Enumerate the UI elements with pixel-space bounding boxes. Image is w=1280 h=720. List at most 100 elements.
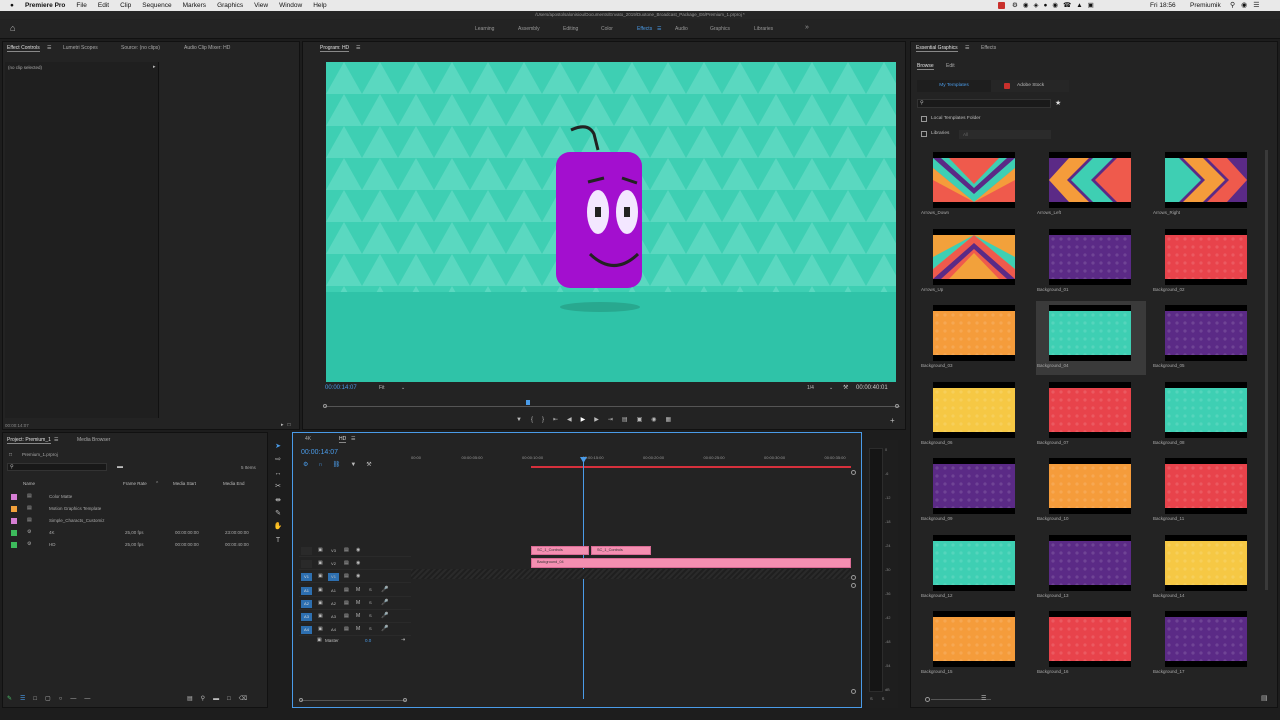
column-media-start[interactable]: Media Start [173,481,196,486]
project-item[interactable]: ▤ Color Matte [7,491,265,503]
track-target[interactable]: V1 [328,573,339,581]
timeline-timecode[interactable]: 00:00:14:07 [301,449,338,456]
track-header-v3[interactable]: ▣ V3 ▤ ◉ [299,545,411,557]
track-target[interactable]: A3 [328,613,339,621]
panel-menu-icon[interactable]: ☰ [356,45,360,51]
panel-menu-icon[interactable]: ☰ [351,436,355,442]
source-patch[interactable]: V1 [301,573,312,581]
playhead-line[interactable] [583,459,584,699]
pen-icon[interactable]: ✎ [270,507,286,520]
solo-icon[interactable]: S [369,626,372,631]
record-status-icon[interactable] [998,2,1005,9]
my-templates-tab[interactable]: My Templates [917,80,991,92]
more-workspaces-icon[interactable]: » [805,24,809,31]
tab-program[interactable]: Program: HD [320,45,350,52]
master-volume[interactable]: 0.0 [365,638,371,643]
sort-menu-icon[interactable]: ☰ [981,695,986,702]
thumb-size-slider[interactable] [925,697,1005,703]
workspace-assembly[interactable]: Assembly [518,26,540,32]
clip-background-04[interactable]: Background_04 [531,558,851,568]
slip-icon[interactable]: ⇼ [270,494,286,507]
sync-lock-icon[interactable]: ▤ [344,587,349,593]
tab-effect-controls[interactable]: Effect Controls [7,45,40,52]
mark-in-icon[interactable]: { [531,417,542,423]
new-bin-icon[interactable]: ▬ [117,464,123,470]
menu-graphics[interactable]: Graphics [217,2,243,9]
template-item[interactable]: Background_06 [920,378,1030,452]
tab-sequence-hd[interactable]: HD [339,436,347,443]
lock-icon[interactable]: ▣ [318,547,323,553]
scroll-knob[interactable] [851,470,856,475]
template-item[interactable]: Background_02 [1152,225,1262,299]
expand-arrow-icon[interactable]: ▸ [153,64,156,70]
eye-icon[interactable]: ◉ [356,573,360,579]
project-action-icons[interactable]: ▤⚲▬□⌫ [187,695,255,702]
panel-menu-icon[interactable]: ☰ [54,437,58,443]
razor-icon[interactable]: ✂ [270,480,286,493]
template-item[interactable]: Arrows_Down [920,148,1030,222]
workspace-color[interactable]: Color [601,26,613,32]
status-icons[interactable]: ⚙◉◈●◉☎▲▣ [1012,1,1099,9]
step-forward-icon[interactable]: ▶ [594,417,608,423]
zoom-slider[interactable]: ○—— [59,696,99,702]
template-item[interactable]: Background_17 [1152,607,1262,681]
menu-edit[interactable]: Edit [98,2,109,9]
track-header-v2[interactable]: ▣ V2 ▤ ◉ [299,558,411,570]
template-item[interactable]: Background_13 [1036,531,1146,605]
pencil-icon[interactable]: ✎ [7,696,20,702]
source-patch[interactable]: A2 [301,600,312,608]
track-header-a1[interactable]: A1 ▣ A1 ▤ M S 🎤 [299,585,411,597]
templates-search-input[interactable]: ⚲ [917,99,1051,108]
sync-lock-icon[interactable]: ▤ [344,600,349,606]
column-frame-rate[interactable]: Frame Rate [123,481,147,486]
master-track[interactable]: ▣ Master 0.0 ⇥ [313,637,409,647]
transport-controls[interactable]: ▼{}⇤◀▶▶⇥▤▣◉▦ [516,416,680,423]
app-menu[interactable]: Premiere Pro [25,2,65,9]
go-to-out-icon[interactable]: ⇥ [608,417,622,423]
libraries-dropdown[interactable]: All [959,130,1051,139]
source-patch[interactable]: A1 [301,587,312,595]
panel-menu-icon[interactable]: ☰ [47,45,51,51]
template-item[interactable]: Background_12 [920,531,1030,605]
sync-lock-icon[interactable]: ▤ [344,560,349,566]
track-target[interactable]: A2 [328,600,339,608]
effect-controls-timecode[interactable]: 00:00:14:07 [5,423,29,428]
mute-icon[interactable]: M [356,600,360,606]
solo-icon[interactable]: S [369,587,372,592]
selection-tool-icon[interactable]: ➤ [270,440,286,453]
track-target[interactable]: A1 [328,587,339,595]
workspace-graphics[interactable]: Graphics [710,26,730,32]
menu-view[interactable]: View [254,2,268,9]
workspace-learning[interactable]: Learning [475,26,494,32]
source-patch[interactable] [301,560,312,568]
chevron-down-icon[interactable]: ⌄ [829,385,833,391]
scroll-knob[interactable] [851,689,856,694]
sort-icon[interactable]: ⌃ [155,481,159,487]
mute-icon[interactable]: M [356,613,360,619]
tab-browse[interactable]: Browse [917,63,934,70]
template-item[interactable]: Background_10 [1036,454,1146,528]
track-header-a4[interactable]: A4 ▣ A4 ▤ M S 🎤 [299,624,411,636]
mute-icon[interactable]: M [356,587,360,593]
clip-sc-1-controls-a[interactable]: SC_1_Controls [531,546,589,555]
chevron-down-icon[interactable]: ⌄ [401,385,405,391]
user-name[interactable]: Premiumik [1190,2,1221,9]
freeform-view-icon[interactable]: ▢ [45,696,59,702]
comparison-icon[interactable]: ▦ [666,417,681,423]
program-video-frame[interactable] [326,62,896,382]
search-icon[interactable]: ⚲◉☰ [1230,1,1266,9]
sync-lock-icon[interactable]: ▤ [344,626,349,632]
tab-effects[interactable]: Effects [981,45,996,51]
list-view-icon[interactable]: ☰ [20,696,33,702]
snap-icon[interactable]: ∩ [318,462,332,468]
mark-out-icon[interactable]: } [542,417,553,423]
filter-icons[interactable]: ▸□ [281,422,295,428]
lock-icon[interactable]: ▣ [318,587,323,593]
tab-lumetri-scopes[interactable]: Lumetri Scopes [63,45,98,51]
template-item[interactable]: Background_11 [1152,454,1262,528]
lift-icon[interactable]: ▤ [622,417,637,423]
tab-source[interactable]: Source: (no clips) [121,45,160,51]
tab-media-browser[interactable]: Media Browser [77,437,110,443]
eye-icon[interactable]: ◉ [356,560,360,566]
local-templates-checkbox[interactable] [921,116,927,122]
